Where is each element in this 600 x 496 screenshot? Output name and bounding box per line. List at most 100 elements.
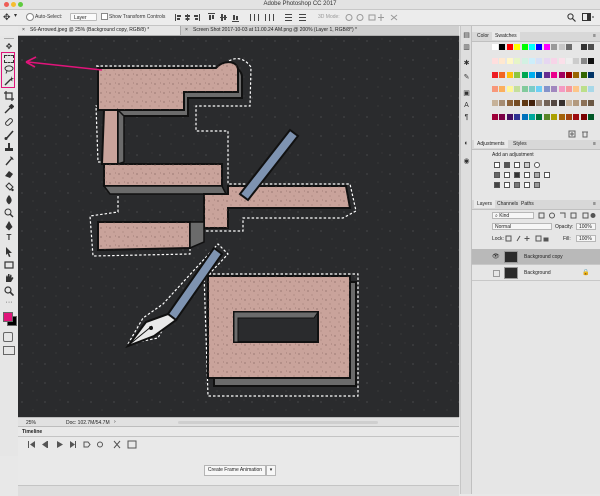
swatch[interactable] xyxy=(536,58,543,64)
clone-stamp-tool[interactable] xyxy=(4,143,14,153)
workspace-icon[interactable] xyxy=(582,13,594,22)
tab-styles[interactable]: Styles xyxy=(510,140,530,148)
swatch[interactable] xyxy=(573,72,580,78)
swatch[interactable] xyxy=(529,44,535,50)
swatch[interactable] xyxy=(514,114,521,120)
marquee-tool[interactable] xyxy=(4,55,14,63)
tab-s6-arrowed[interactable]: × S6-Arrowed.jpeg @ 25% (Background copy… xyxy=(18,26,181,35)
swatch[interactable] xyxy=(543,86,550,92)
blur-tool[interactable] xyxy=(4,195,14,205)
swatch[interactable] xyxy=(588,86,595,92)
swatch[interactable] xyxy=(506,44,513,50)
swatch[interactable] xyxy=(529,58,535,64)
fill-input[interactable]: 100% xyxy=(576,235,596,242)
tab-screen-shot[interactable]: × Screen Shot 2017-10-03 at 11.00.24 AM.… xyxy=(181,26,459,35)
zoom-tool[interactable] xyxy=(4,286,14,296)
eye-icon[interactable]: 👁 xyxy=(492,253,500,260)
swatch[interactable] xyxy=(492,100,498,106)
threshold-icon[interactable] xyxy=(514,182,520,188)
visibility-toggle[interactable] xyxy=(493,270,500,277)
swatch[interactable] xyxy=(499,86,506,92)
adjustments-panel-icon[interactable]: ◐ xyxy=(463,140,470,148)
tab-adjustments[interactable]: Adjustments xyxy=(474,140,508,148)
eraser-tool[interactable] xyxy=(4,169,14,179)
swatch[interactable] xyxy=(558,72,565,78)
brightness-contrast-icon[interactable] xyxy=(494,162,500,168)
swatch[interactable] xyxy=(521,114,528,120)
dodge-tool[interactable] xyxy=(4,208,14,218)
swatch[interactable] xyxy=(529,72,535,78)
swatch[interactable] xyxy=(580,58,587,64)
layer-name[interactable]: Background xyxy=(524,270,551,276)
swatch[interactable] xyxy=(521,44,528,50)
foreground-color-swatch[interactable] xyxy=(3,312,13,322)
paint-bucket-tool[interactable] xyxy=(4,182,14,192)
swatch[interactable] xyxy=(543,72,550,78)
swatch[interactable] xyxy=(551,86,558,92)
swatches-panel-icon[interactable]: ✱ xyxy=(463,60,470,68)
character-icon[interactable]: A xyxy=(463,102,470,110)
swatch[interactable] xyxy=(514,44,521,50)
brush-settings-icon[interactable]: ✎ xyxy=(463,74,470,82)
layer-row-background-copy[interactable]: 👁 Background copy xyxy=(472,249,600,265)
lasso-tool[interactable] xyxy=(4,65,14,74)
properties-icon[interactable]: ▥ xyxy=(463,44,470,52)
healing-brush-tool[interactable] xyxy=(4,117,14,127)
swatch[interactable] xyxy=(536,86,543,92)
swatch[interactable] xyxy=(573,58,580,64)
color-lookup-icon[interactable] xyxy=(544,172,550,178)
move-tool-icon[interactable]: ✥ xyxy=(3,12,11,23)
photo-filter-icon[interactable] xyxy=(524,172,530,178)
swatch[interactable] xyxy=(588,114,595,120)
swatch[interactable] xyxy=(529,86,535,92)
history-icon[interactable]: ▤ xyxy=(463,32,470,40)
panel-menu-icon[interactable]: ≡ xyxy=(590,200,599,208)
panel-menu-icon[interactable]: ≡ xyxy=(590,32,599,40)
3d-mode-icons[interactable] xyxy=(345,13,405,22)
swatch[interactable] xyxy=(521,58,528,64)
pen-tool[interactable] xyxy=(4,221,14,231)
swatch[interactable] xyxy=(558,86,565,92)
selective-color-icon[interactable] xyxy=(524,182,530,188)
create-frame-animation-button[interactable]: Create Frame Animation xyxy=(204,465,266,476)
toolbar-grip[interactable] xyxy=(4,38,14,39)
horizontal-scrollbar[interactable] xyxy=(178,421,378,424)
swatch[interactable] xyxy=(588,58,595,64)
auto-select-dropdown[interactable]: Layer xyxy=(70,13,97,21)
swatch[interactable] xyxy=(499,100,506,106)
swatch[interactable] xyxy=(580,44,587,50)
swatch[interactable] xyxy=(543,100,550,106)
swatch[interactable] xyxy=(536,72,543,78)
swatch[interactable] xyxy=(543,44,550,50)
document-canvas[interactable] xyxy=(18,36,459,417)
swatch-grid[interactable] xyxy=(492,44,597,136)
layer-comps-icon[interactable]: ▣ xyxy=(463,90,470,98)
swatch[interactable] xyxy=(566,100,572,106)
auto-select-checkbox[interactable] xyxy=(26,13,34,21)
hue-saturation-icon[interactable] xyxy=(494,172,500,178)
swatch[interactable] xyxy=(521,86,528,92)
tab-layers[interactable]: Layers xyxy=(474,200,496,208)
styles-panel-icon[interactable]: ◉ xyxy=(463,158,470,166)
eyedropper-tool[interactable] xyxy=(4,104,14,114)
swatch[interactable] xyxy=(558,114,565,120)
swatch[interactable] xyxy=(521,100,528,106)
swatch[interactable] xyxy=(492,86,498,92)
swatch[interactable] xyxy=(492,58,498,64)
chevron-down-icon[interactable]: ▾ xyxy=(266,465,276,476)
tab-color[interactable]: Color xyxy=(474,32,492,40)
layer-name[interactable]: Background copy xyxy=(524,254,563,260)
tab-paths[interactable]: Paths xyxy=(518,200,537,208)
swatch[interactable] xyxy=(514,72,521,78)
swatch[interactable] xyxy=(573,44,580,50)
swatch[interactable] xyxy=(566,44,572,50)
swatch[interactable] xyxy=(551,72,558,78)
swatch[interactable] xyxy=(514,100,521,106)
swatch[interactable] xyxy=(558,58,565,64)
timeline-controls[interactable] xyxy=(28,440,138,449)
color-balance-icon[interactable] xyxy=(504,172,510,178)
swatch[interactable] xyxy=(573,100,580,106)
swatch[interactable] xyxy=(499,58,506,64)
brush-tool[interactable] xyxy=(4,130,14,140)
swatch[interactable] xyxy=(499,44,506,50)
